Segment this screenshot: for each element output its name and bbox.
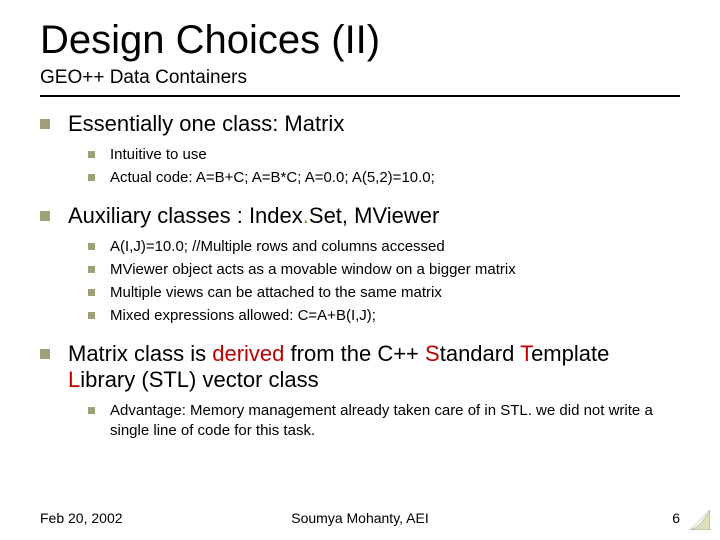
list-item: Actual code: A=B+C; A=B*C; A=0.0; A(5,2)… xyxy=(88,168,680,188)
square-bullet-icon xyxy=(88,174,95,181)
sublist: A(I,J)=10.0; //Multiple rows and columns… xyxy=(88,237,680,327)
list-item: MViewer object acts as a movable window … xyxy=(88,260,680,280)
item-text: Advantage: Memory management already tak… xyxy=(110,402,653,439)
sublist: Intuitive to use Actual code: A=B+C; A=B… xyxy=(88,145,680,189)
sublist: Advantage: Memory management already tak… xyxy=(88,401,680,442)
slide-subtitle: GEO++ Data Containers xyxy=(40,67,680,89)
item-text: Intuitive to use xyxy=(110,146,207,163)
text-fragment: emplate xyxy=(531,341,609,366)
text-fragment-highlight: T xyxy=(520,341,531,366)
list-item: Multiple views can be attached to the sa… xyxy=(88,283,680,303)
bullet-text: Matrix class is derived from the C++ Sta… xyxy=(68,341,609,392)
item-text: Actual code: A=B+C; A=B*C; A=0.0; A(5,2)… xyxy=(110,169,435,186)
text-fragment: tandard xyxy=(440,341,520,366)
square-bullet-icon xyxy=(88,243,95,250)
list-item: Intuitive to use xyxy=(88,145,680,165)
footer-author: Soumya Mohanty, AEI xyxy=(40,510,680,526)
square-bullet-icon xyxy=(40,349,50,359)
title-underline xyxy=(40,95,680,97)
square-bullet-icon xyxy=(40,119,50,129)
page-curl-icon xyxy=(690,510,710,530)
item-text: MViewer object acts as a movable window … xyxy=(110,261,516,278)
square-bullet-icon xyxy=(88,151,95,158)
text-fragment-highlight: S xyxy=(425,341,440,366)
square-bullet-icon xyxy=(88,266,95,273)
item-text: A(I,J)=10.0; //Multiple rows and columns… xyxy=(110,238,445,255)
text-fragment: ibrary (STL) vector class xyxy=(80,367,318,392)
text-fragment: from the C++ xyxy=(284,341,425,366)
slide-title: Design Choices (II) xyxy=(40,18,680,63)
square-bullet-icon xyxy=(40,211,50,221)
bullet-text: Essentially one class: Matrix xyxy=(68,111,344,136)
text-fragment: Auxiliary classes : Index xyxy=(68,203,303,228)
bullet-auxiliary: Auxiliary classes : Index.Set, MViewer A… xyxy=(40,203,680,327)
text-fragment: Set, MViewer xyxy=(309,203,439,228)
square-bullet-icon xyxy=(88,407,95,414)
bullet-text: Auxiliary classes : Index.Set, MViewer xyxy=(68,203,439,228)
list-item: Advantage: Memory management already tak… xyxy=(88,401,680,442)
text-fragment: Matrix class is xyxy=(68,341,212,366)
slide: Design Choices (II) GEO++ Data Container… xyxy=(0,0,720,540)
slide-footer: Feb 20, 2002 Soumya Mohanty, AEI 6 xyxy=(40,510,680,526)
item-text: Mixed expressions allowed: C=A+B(I,J); xyxy=(110,307,376,324)
text-fragment-highlight: derived xyxy=(212,341,284,366)
bullet-list: Essentially one class: Matrix Intuitive … xyxy=(40,111,680,441)
item-text: Multiple views can be attached to the sa… xyxy=(110,284,442,301)
list-item: Mixed expressions allowed: C=A+B(I,J); xyxy=(88,306,680,326)
list-item: A(I,J)=10.0; //Multiple rows and columns… xyxy=(88,237,680,257)
text-fragment-highlight: L xyxy=(68,367,80,392)
bullet-stl: Matrix class is derived from the C++ Sta… xyxy=(40,341,680,442)
bullet-matrix: Essentially one class: Matrix Intuitive … xyxy=(40,111,680,189)
square-bullet-icon xyxy=(88,289,95,296)
square-bullet-icon xyxy=(88,312,95,319)
